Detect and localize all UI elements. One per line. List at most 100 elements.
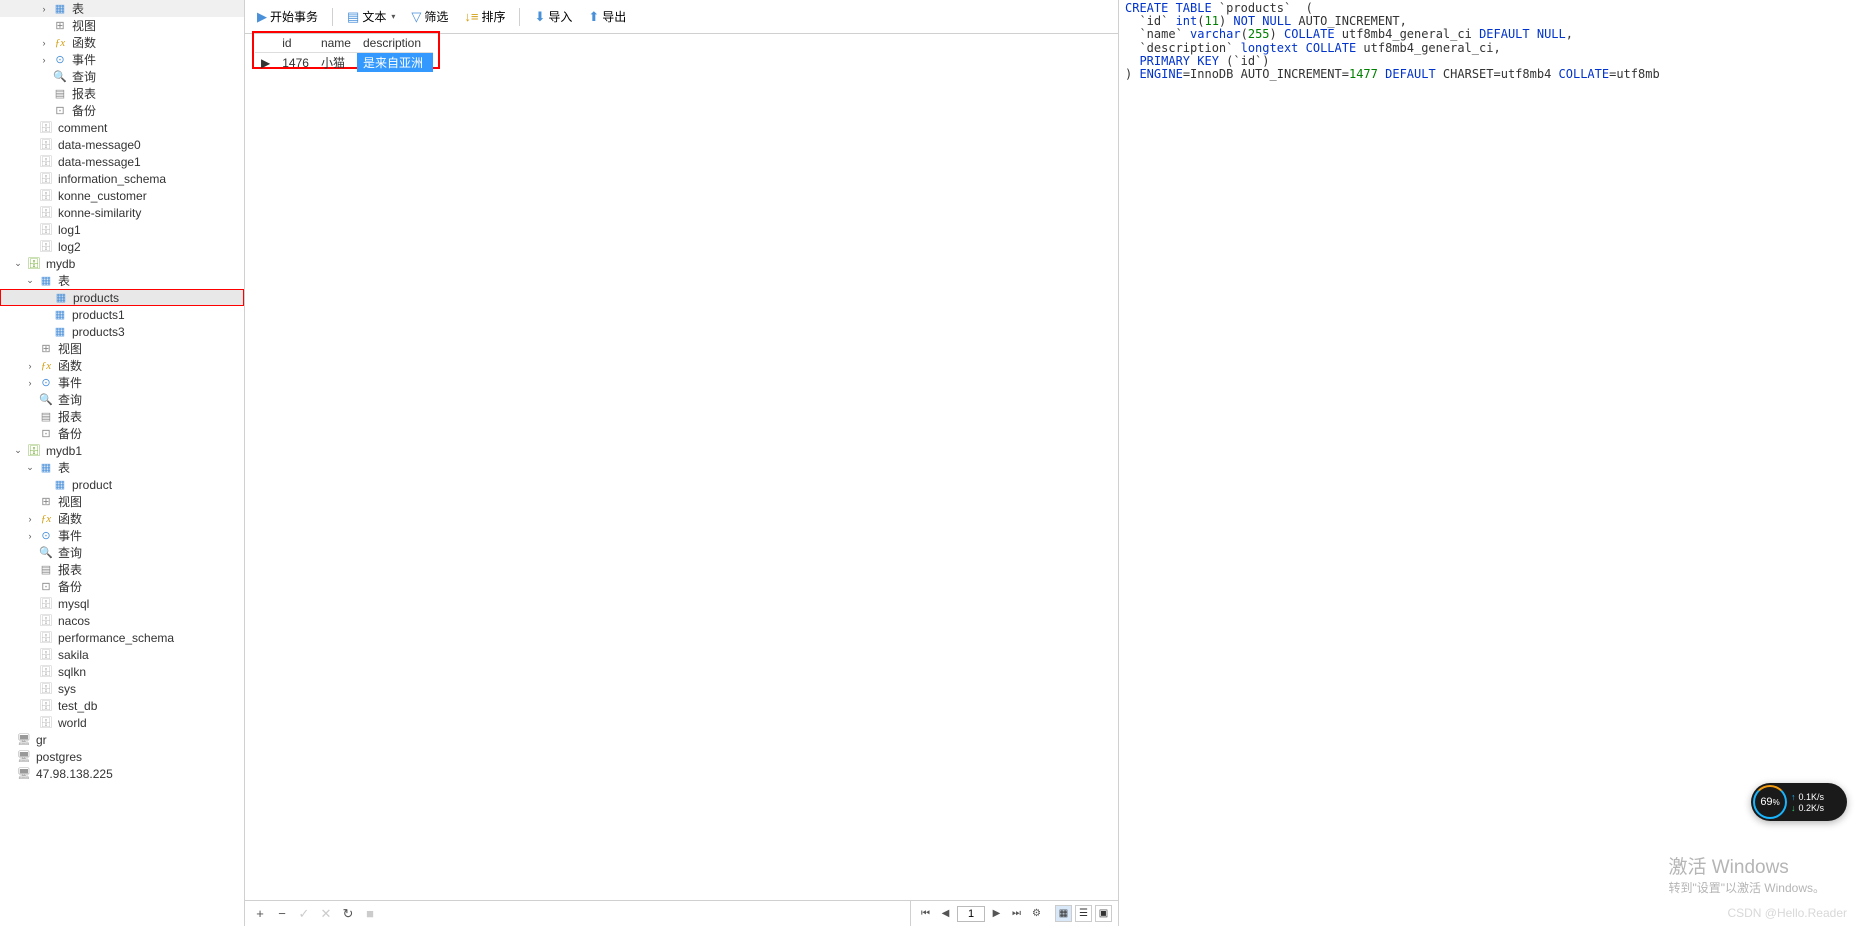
tree-item-performance_schema[interactable]: 🗄performance_schema — [0, 629, 244, 646]
expand-icon[interactable] — [24, 564, 36, 576]
expand-icon[interactable] — [24, 224, 36, 236]
expand-icon[interactable]: ⌄ — [12, 258, 24, 270]
expand-icon[interactable] — [24, 683, 36, 695]
expand-icon[interactable]: › — [38, 3, 50, 15]
next-page-button[interactable]: ▶ — [988, 905, 1005, 922]
expand-icon[interactable]: ⌄ — [12, 445, 24, 457]
tree-item-product[interactable]: ▦product — [0, 476, 244, 493]
expand-icon[interactable] — [38, 71, 50, 83]
tree-item-报表[interactable]: ▤报表 — [0, 561, 244, 578]
cell-id[interactable]: 1476 — [276, 53, 315, 73]
expand-icon[interactable] — [38, 105, 50, 117]
tree-item-备份[interactable]: ⊡备份 — [0, 102, 244, 119]
expand-icon[interactable] — [24, 547, 36, 559]
tree-item-mydb1[interactable]: ⌄🗄mydb1 — [0, 442, 244, 459]
tree-item-products1[interactable]: ▦products1 — [0, 306, 244, 323]
expand-icon[interactable] — [24, 496, 36, 508]
begin-transaction-button[interactable]: ▶开始事务 — [251, 6, 324, 28]
expand-icon[interactable] — [24, 343, 36, 355]
tree-item-products3[interactable]: ▦products3 — [0, 323, 244, 340]
expand-icon[interactable]: ⌄ — [24, 275, 36, 287]
tree-item-mysql[interactable]: 🗄mysql — [0, 595, 244, 612]
tree-item-查询[interactable]: 🔍查询 — [0, 544, 244, 561]
last-page-button[interactable]: ⏭ — [1008, 905, 1025, 922]
tree-item-sys[interactable]: 🗄sys — [0, 680, 244, 697]
tree-item-gr[interactable]: 🖥gr — [0, 731, 244, 748]
tree-item-comment[interactable]: 🗄comment — [0, 119, 244, 136]
stop-button[interactable]: ■ — [361, 905, 379, 923]
expand-icon[interactable] — [24, 207, 36, 219]
tree-item-视图[interactable]: ⊞视图 — [0, 17, 244, 34]
tree-item-查询[interactable]: 🔍查询 — [0, 391, 244, 408]
tree-item-information_schema[interactable]: 🗄information_schema — [0, 170, 244, 187]
expand-icon[interactable]: › — [38, 54, 50, 66]
expand-icon[interactable] — [24, 598, 36, 610]
expand-icon[interactable] — [2, 768, 14, 780]
cancel-button[interactable]: ✕ — [317, 905, 335, 923]
form-view-button[interactable]: ☰ — [1075, 905, 1092, 922]
tree-item-konne_customer[interactable]: 🗄konne_customer — [0, 187, 244, 204]
expand-icon[interactable] — [24, 632, 36, 644]
tree-item-data-message1[interactable]: 🗄data-message1 — [0, 153, 244, 170]
cell-description[interactable]: 是来自亚洲 — [357, 53, 433, 73]
tree-item-data-message0[interactable]: 🗄data-message0 — [0, 136, 244, 153]
tree-item-函数[interactable]: ›ƒx函数 — [0, 357, 244, 374]
tree-item-nacos[interactable]: 🗄nacos — [0, 612, 244, 629]
expand-icon[interactable] — [24, 428, 36, 440]
apply-button[interactable]: ✓ — [295, 905, 313, 923]
expand-icon[interactable] — [38, 20, 50, 32]
expand-icon[interactable] — [24, 122, 36, 134]
grid-view-button[interactable]: ▦ — [1055, 905, 1072, 922]
expand-icon[interactable] — [24, 581, 36, 593]
tree-item-报表[interactable]: ▤报表 — [0, 85, 244, 102]
expand-icon[interactable]: › — [24, 360, 36, 372]
tree-item-报表[interactable]: ▤报表 — [0, 408, 244, 425]
expand-icon[interactable] — [24, 411, 36, 423]
expand-icon[interactable] — [24, 394, 36, 406]
tree-item-products[interactable]: ▦products — [0, 289, 244, 306]
tree-item-表[interactable]: ›▦表 — [0, 0, 244, 17]
col-id[interactable]: id — [276, 34, 315, 53]
expand-icon[interactable] — [24, 700, 36, 712]
expand-icon[interactable] — [38, 326, 50, 338]
tree-item-视图[interactable]: ⊞视图 — [0, 493, 244, 510]
expand-icon[interactable]: › — [24, 513, 36, 525]
expand-icon[interactable] — [38, 309, 50, 321]
network-monitor-widget[interactable]: 69% ↑0.1K/s ↓0.2K/s — [1751, 783, 1847, 821]
ddl-pane[interactable]: CREATE TABLE `products` ( `id` int(11) N… — [1119, 0, 1855, 926]
tree-item-事件[interactable]: ›⊙事件 — [0, 51, 244, 68]
expand-icon[interactable] — [24, 649, 36, 661]
expand-icon[interactable] — [24, 666, 36, 678]
expand-icon[interactable] — [24, 156, 36, 168]
first-page-button[interactable]: ⏮ — [917, 905, 934, 922]
text-button[interactable]: ▤文本▾ — [341, 6, 401, 28]
filter-button[interactable]: ▽筛选 — [405, 6, 454, 28]
import-button[interactable]: ⬇导入 — [528, 6, 578, 28]
expand-icon[interactable] — [24, 173, 36, 185]
page-input[interactable] — [957, 906, 985, 922]
tree-item-备份[interactable]: ⊡备份 — [0, 425, 244, 442]
tree-item-函数[interactable]: ›ƒx函数 — [0, 34, 244, 51]
tree-item-log2[interactable]: 🗄log2 — [0, 238, 244, 255]
export-button[interactable]: ⬆导出 — [582, 6, 632, 28]
expand-icon[interactable]: › — [38, 37, 50, 49]
refresh-button[interactable]: ↻ — [339, 905, 357, 923]
settings-button[interactable]: ⚙ — [1028, 905, 1045, 922]
expand-icon[interactable]: ⌄ — [24, 462, 36, 474]
delete-row-button[interactable]: − — [273, 905, 291, 923]
expand-icon[interactable] — [38, 88, 50, 100]
expand-icon[interactable]: › — [24, 377, 36, 389]
sort-button[interactable]: ↓≡排序 — [458, 6, 511, 28]
tree-item-表[interactable]: ⌄▦表 — [0, 459, 244, 476]
expand-icon[interactable] — [39, 292, 51, 304]
tree-item-postgres[interactable]: 🖥postgres — [0, 748, 244, 765]
data-grid[interactable]: id name description ▶ 1476 小猫 是来自亚洲 — [255, 34, 433, 72]
prev-page-button[interactable]: ◀ — [937, 905, 954, 922]
tree-item-world[interactable]: 🗄world — [0, 714, 244, 731]
add-row-button[interactable]: + — [251, 905, 269, 923]
tree-item-查询[interactable]: 🔍查询 — [0, 68, 244, 85]
tree-item-sqlkn[interactable]: 🗄sqlkn — [0, 663, 244, 680]
expand-icon[interactable] — [24, 139, 36, 151]
expand-icon[interactable] — [2, 734, 14, 746]
expand-icon[interactable]: › — [24, 530, 36, 542]
